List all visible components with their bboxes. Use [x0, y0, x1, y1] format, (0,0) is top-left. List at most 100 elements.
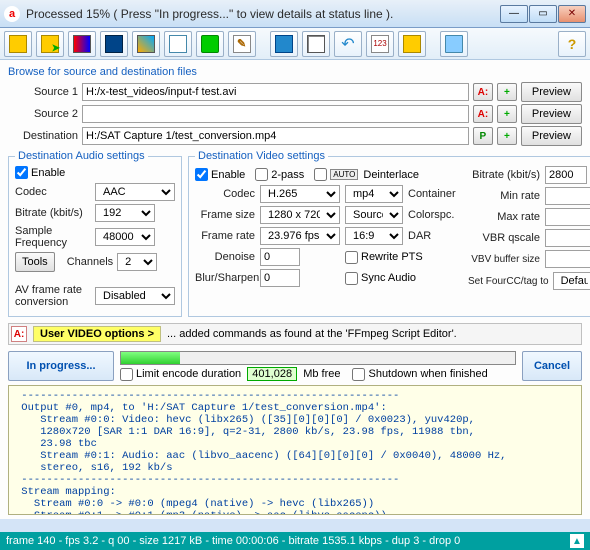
audio-sf-select[interactable]: 48000	[95, 228, 155, 246]
audio-bitrate-label: Bitrate (kbit/s)	[15, 207, 90, 219]
toolbar-frame-icon[interactable]	[398, 31, 426, 57]
audio-channels-label: Channels	[67, 256, 113, 268]
toolbar-num-icon[interactable]: 123	[366, 31, 394, 57]
audio-channels-select[interactable]: 2	[117, 253, 157, 271]
video-denoise-input[interactable]	[260, 248, 300, 266]
audio-bitrate-select[interactable]: 192	[95, 204, 155, 222]
source2-input[interactable]	[82, 105, 469, 123]
dest-p-button[interactable]: P	[473, 127, 493, 145]
video-bitrate-input[interactable]	[545, 166, 587, 184]
shutdown-label: Shutdown when finished	[368, 368, 487, 380]
video-container-select[interactable]: mp4	[345, 185, 403, 203]
maximize-button[interactable]: ▭	[529, 5, 557, 23]
video-maxrate-label: Max rate	[468, 211, 540, 223]
video-container-label: Container	[408, 188, 458, 200]
dest-label: Destination	[8, 130, 78, 142]
status-up-button[interactable]: ▲	[570, 534, 584, 548]
avfr-select[interactable]: Disabled	[95, 287, 175, 305]
user-options-text: ... added commands as found at the 'FFmp…	[167, 328, 457, 340]
video-rewrite-checkbox[interactable]	[345, 251, 358, 264]
video-legend: Destination Video settings	[195, 150, 328, 162]
limit-duration-checkbox[interactable]	[120, 368, 133, 381]
video-settings-group: Destination Video settings Enable 2-pass…	[188, 150, 590, 317]
video-auto-badge: AUTO	[330, 169, 358, 180]
video-minrate-label: Min rate	[468, 190, 540, 202]
mb-free-label: Mb free	[303, 368, 340, 380]
user-video-options-button[interactable]: User VIDEO options >	[33, 326, 161, 342]
toolbar-edit-icon[interactable]: ✎	[228, 31, 256, 57]
dest-input[interactable]	[82, 127, 469, 145]
video-fourcc-select[interactable]: Default	[553, 272, 590, 290]
video-vbv-label: VBV buffer size	[468, 254, 540, 265]
video-auto-checkbox[interactable]	[314, 168, 327, 181]
video-sync-label: Sync Audio	[361, 272, 416, 284]
video-vbr-input[interactable]	[545, 229, 590, 247]
source1-a-button[interactable]: A:	[473, 83, 493, 101]
video-framerate-select[interactable]: 23.976 fps	[260, 227, 340, 245]
window-title: Processed 15% ( Press "In progress..." t…	[26, 7, 499, 21]
toolbar-clip-icon[interactable]	[100, 31, 128, 57]
audio-enable-label: Enable	[31, 167, 65, 179]
video-bitrate-label: Bitrate (kbit/s)	[468, 169, 540, 181]
close-button[interactable]: ✕	[558, 5, 586, 23]
dest-preview-button[interactable]: Preview	[521, 126, 582, 146]
user-a-button[interactable]: A:	[11, 326, 27, 342]
audio-enable-checkbox[interactable]	[15, 166, 28, 179]
titlebar: a Processed 15% ( Press "In progress..."…	[0, 0, 590, 28]
avfr-label: AV frame rate conversion	[15, 284, 91, 308]
video-minrate-input[interactable]	[545, 187, 590, 205]
minimize-button[interactable]: —	[500, 5, 528, 23]
audio-legend: Destination Audio settings	[15, 150, 148, 162]
video-vbr-label: VBR qscale	[468, 232, 540, 244]
mb-free-value: 401,028	[247, 367, 297, 381]
video-blur-label: Blur/Sharpen	[195, 272, 255, 284]
toolbar-palette-icon[interactable]	[132, 31, 160, 57]
in-progress-button[interactable]: In progress...	[8, 351, 114, 381]
toolbar-help-icon[interactable]: ?	[558, 31, 586, 57]
toolbar-monitor-icon[interactable]	[440, 31, 468, 57]
audio-tools-button[interactable]: Tools	[15, 252, 55, 272]
source2-preview-button[interactable]: Preview	[521, 104, 582, 124]
video-dar-label: DAR	[408, 230, 458, 242]
video-2pass-checkbox[interactable]	[255, 168, 268, 181]
toolbar-wave-icon[interactable]	[270, 31, 298, 57]
shutdown-checkbox[interactable]	[352, 368, 365, 381]
video-colorspc-label: Colorspc.	[408, 209, 458, 221]
toolbar-folder-icon[interactable]: ➤	[36, 31, 64, 57]
toolbar-open-icon[interactable]	[4, 31, 32, 57]
source2-a-button[interactable]: A:	[473, 105, 493, 123]
video-vbv-input[interactable]	[545, 250, 590, 268]
video-fourcc-label: Set FourCC/tag to	[468, 276, 549, 287]
source1-input[interactable]	[82, 83, 469, 101]
toolbar-film-icon[interactable]	[68, 31, 96, 57]
limit-duration-label: Limit encode duration	[136, 368, 241, 380]
video-framesize-label: Frame size	[195, 209, 255, 221]
audio-codec-label: Codec	[15, 186, 90, 198]
log-output[interactable]: ----------------------------------------…	[8, 385, 582, 515]
video-sync-checkbox[interactable]	[345, 272, 358, 285]
video-framesize-select[interactable]: 1280 x 720	[260, 206, 340, 224]
source1-label: Source 1	[8, 86, 78, 98]
dest-add-button[interactable]: +	[497, 127, 517, 145]
cancel-button[interactable]: Cancel	[522, 351, 582, 381]
progress-bar	[120, 351, 516, 365]
toolbar-undo-icon[interactable]: ↶	[334, 31, 362, 57]
video-colorspc-select[interactable]: Source	[345, 206, 403, 224]
video-codec-select[interactable]: H.265	[260, 185, 340, 203]
toolbar-green-icon[interactable]	[196, 31, 224, 57]
video-enable-checkbox[interactable]	[195, 168, 208, 181]
video-blur-input[interactable]	[260, 269, 300, 287]
video-dar-select[interactable]: 16:9	[345, 227, 403, 245]
status-bar: frame 140 - fps 3.2 - q 00 - size 1217 k…	[0, 532, 590, 550]
toolbar-doc-icon[interactable]	[164, 31, 192, 57]
video-maxrate-input[interactable]	[545, 208, 590, 226]
source1-preview-button[interactable]: Preview	[521, 82, 582, 102]
toolbar-stack-icon[interactable]	[302, 31, 330, 57]
audio-sf-label: Sample Frequency	[15, 225, 90, 249]
source2-label: Source 2	[8, 108, 78, 120]
source2-add-button[interactable]: +	[497, 105, 517, 123]
app-logo-icon: a	[4, 6, 20, 22]
source1-add-button[interactable]: +	[497, 83, 517, 101]
audio-codec-select[interactable]: AAC	[95, 183, 175, 201]
video-rewrite-label: Rewrite PTS	[361, 251, 423, 263]
